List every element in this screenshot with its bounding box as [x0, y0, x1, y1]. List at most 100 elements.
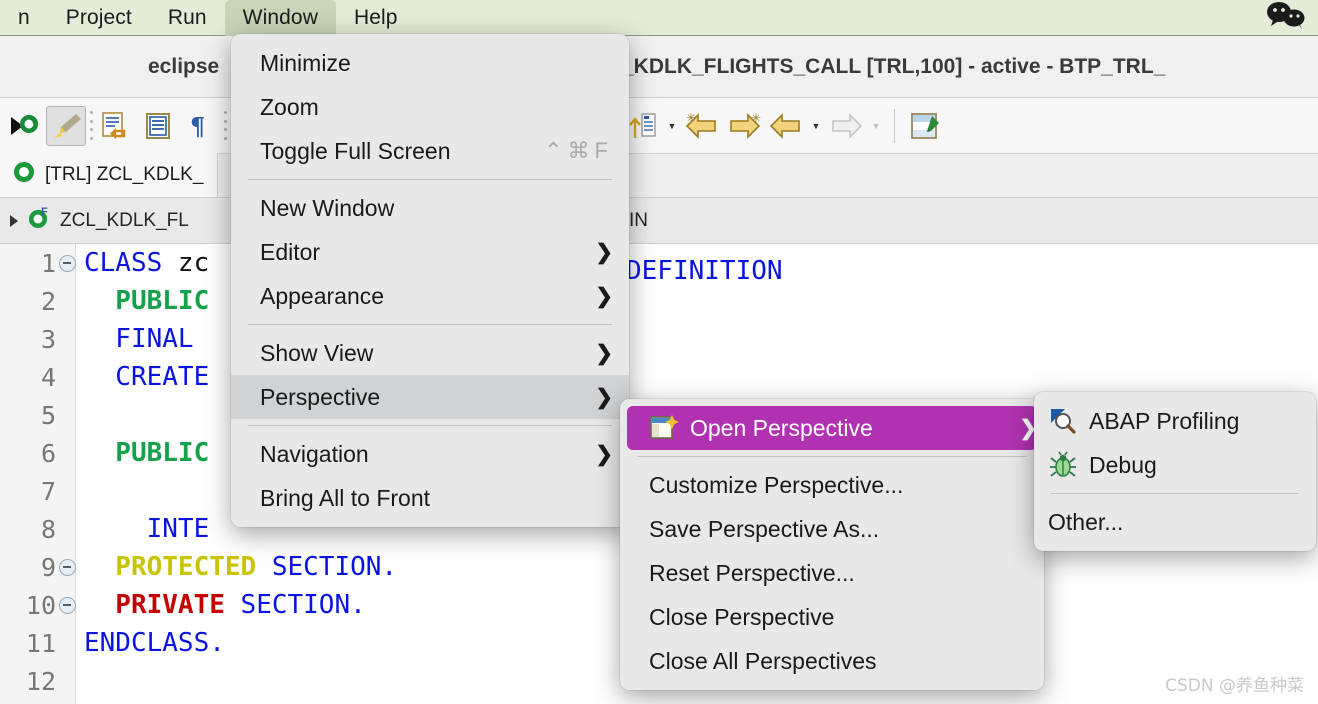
code-token: PUBLIC [84, 286, 210, 316]
menubar-item-label: Run [167, 5, 207, 29]
code-token: PUBLIC [84, 438, 210, 468]
menu-item-label: Reset Perspective... [649, 559, 855, 586]
menu-separator [248, 324, 612, 325]
chevron-down-icon-4: ▼ [871, 120, 881, 131]
menubar-item-project[interactable]: Project [48, 0, 150, 36]
fold-toggle-icon[interactable] [58, 586, 76, 624]
menu-item-label: Show View [260, 339, 374, 366]
menu-item-debug[interactable]: Debug [1034, 443, 1316, 487]
menu-item-open-perspective[interactable]: Open Perspective ❯ [627, 406, 1037, 450]
chevron-right-icon: ❯ [595, 442, 613, 466]
menu-item-label: Debug [1089, 451, 1157, 478]
code-line[interactable]: 2 PUBLIC [0, 282, 1318, 320]
editor-tabbar: [TRL] ZCL_KDLK_ [0, 153, 1318, 198]
window-titlebar: eclipse _KDLK_FLIGHTS_CALL [TRL,100] - a… [0, 36, 1318, 98]
line-number: 6 [40, 438, 56, 468]
forward-button-disabled[interactable] [826, 106, 866, 146]
menu-item-appearance[interactable]: Appearance ❯ [231, 274, 629, 318]
menu-item-minimize[interactable]: Minimize [231, 41, 629, 85]
code-line1-tail: DEFINITION [626, 256, 783, 286]
menu-item-label: Toggle Full Screen [260, 137, 451, 164]
code-token: SECTION. [256, 552, 398, 582]
menu-item-zoom[interactable]: Zoom [231, 85, 629, 129]
highlighter-pen-button[interactable] [46, 105, 86, 146]
toolbar-drag-handle[interactable] [88, 109, 94, 143]
abap-profiling-icon [1048, 407, 1078, 435]
back-history-button[interactable]: ✳ [682, 106, 722, 146]
code-token: INTE [84, 514, 210, 544]
code-line[interactable]: 3 FINAL [0, 320, 1318, 358]
run-button[interactable] [4, 106, 44, 146]
pilcrow-button[interactable]: ¶ [180, 106, 220, 146]
code-token: FINAL [84, 324, 194, 354]
menu-item-other[interactable]: Other... [1034, 500, 1316, 544]
fold-toggle-icon[interactable] [58, 244, 76, 282]
format-source-button[interactable] [96, 106, 136, 146]
perspective-submenu: Open Perspective ❯ Customize Perspective..… [620, 399, 1044, 690]
window-dropdown-menu: Minimize Zoom Toggle Full Screen ⌃⌘F New Win… [231, 34, 629, 527]
line-number: 4 [40, 362, 56, 392]
menu-item-navigation[interactable]: Navigation ❯ [231, 432, 629, 476]
abap-class-form-icon: F [26, 205, 52, 237]
menu-item-editor[interactable]: Editor ❯ [231, 230, 629, 274]
chevron-right-icon: ❯ [595, 240, 613, 264]
chevron-right-icon[interactable] [10, 214, 18, 227]
breadcrumb-item-label[interactable]: ZCL_KDLK_FL [60, 210, 189, 232]
menubar-item-help[interactable]: Help [336, 0, 416, 36]
menu-item-show-view[interactable]: Show View ❯ [231, 331, 629, 375]
line-number: 2 [40, 286, 56, 316]
menubar-item-label: Project [65, 5, 132, 29]
menu-item-save-perspective-as[interactable]: Save Perspective As... [620, 507, 1044, 551]
menubar-item-n[interactable]: n [0, 0, 48, 36]
menu-item-abap-profiling[interactable]: ABAP Profiling [1034, 399, 1316, 443]
menu-item-label: Bring All to Front [260, 484, 431, 511]
svg-text:✳: ✳ [686, 111, 696, 125]
svg-text:¶: ¶ [190, 112, 205, 141]
outline-view-button[interactable] [138, 106, 178, 146]
toolbar-drag-handle-2[interactable] [222, 109, 228, 143]
menu-item-toggle-full-screen[interactable]: Toggle Full Screen ⌃⌘F [231, 129, 629, 173]
chevron-right-icon: ❯ [595, 341, 613, 365]
new-abap-object-button[interactable] [905, 106, 945, 146]
forward-history-button[interactable]: ✳ [724, 106, 764, 146]
macos-menubar: n Project Run Window Help [0, 0, 1318, 36]
menu-item-label: Customize Perspective... [649, 471, 904, 498]
chevron-down-icon-2[interactable]: ▼ [664, 106, 680, 146]
menu-item-new-window[interactable]: New Window [231, 186, 629, 230]
code-text: FINAL [84, 324, 194, 354]
back-button[interactable] [766, 106, 806, 146]
menu-item-close-all-perspectives[interactable]: Close All Perspectives [620, 639, 1044, 683]
menu-item-label: Navigation [260, 440, 369, 467]
line-number: 12 [25, 666, 56, 696]
menu-separator [248, 425, 612, 426]
menu-separator [637, 456, 1027, 457]
menubar-item-window[interactable]: Window [224, 0, 336, 36]
fold-toggle-icon[interactable] [58, 548, 76, 586]
menubar-status-area [1266, 0, 1318, 36]
editor-tab-label: [TRL] ZCL_KDLK_ [45, 164, 204, 185]
window-title-right: _KDLK_FLIGHTS_CALL [TRL,100] - active - … [622, 54, 1166, 78]
menu-item-perspective[interactable]: Perspective ❯ [231, 375, 629, 419]
chevron-right-icon: ❯ [595, 385, 613, 409]
wechat-icon[interactable] [1266, 1, 1306, 34]
code-text: CLASS zc [84, 248, 209, 278]
main-toolbar: ¶ ▼ ▼ ✳ [0, 98, 1318, 154]
menu-item-label: Close All Perspectives [649, 647, 877, 674]
debug-bug-icon [1048, 451, 1078, 479]
line-number: 1 [40, 248, 56, 278]
menu-item-label: Perspective [260, 383, 381, 410]
abap-class-icon [12, 160, 36, 190]
line-number: 7 [40, 476, 56, 506]
line-number: 11 [25, 628, 56, 658]
chevron-down-icon-3[interactable]: ▼ [808, 106, 824, 146]
menu-item-customize-perspective[interactable]: Customize Perspective... [620, 463, 1044, 507]
open-perspective-submenu: ABAP Profiling Debug Other... [1034, 392, 1316, 551]
menu-item-bring-all-to-front[interactable]: Bring All to Front [231, 476, 629, 520]
editor-tab[interactable]: [TRL] ZCL_KDLK_ [0, 153, 219, 197]
menu-item-label: New Window [260, 194, 395, 221]
menu-item-reset-perspective[interactable]: Reset Perspective... [620, 551, 1044, 595]
menu-item-close-perspective[interactable]: Close Perspective [620, 595, 1044, 639]
line-number: 9 [40, 552, 56, 582]
code-line[interactable]: 4 CREATE [0, 358, 1318, 396]
menubar-item-run[interactable]: Run [150, 0, 225, 36]
